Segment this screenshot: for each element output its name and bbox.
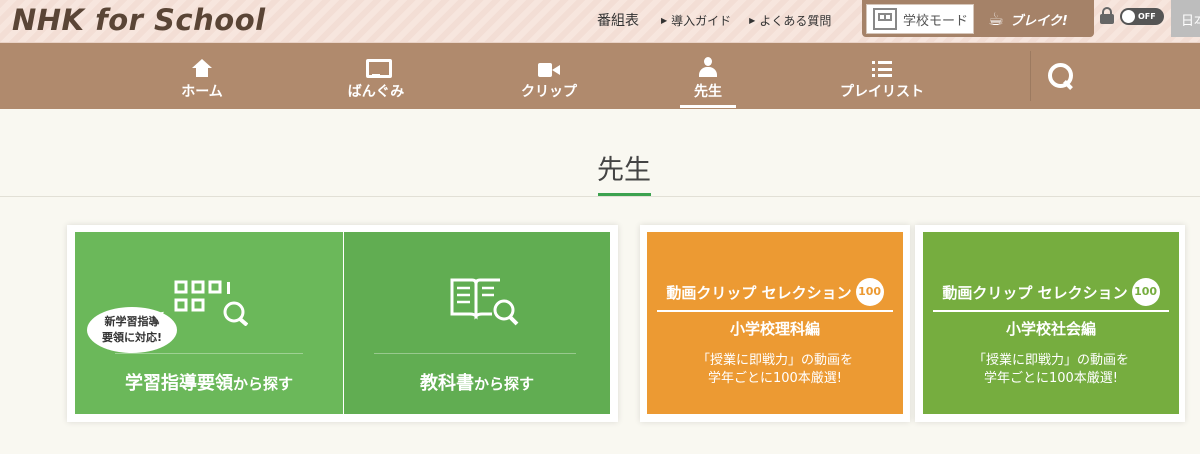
guideline-search-card[interactable]: 新学習指導 要領に対応! 学習指導要領から探す	[75, 232, 343, 414]
clip-heading-text: 動画クリップ セレクション	[942, 283, 1128, 302]
clip-description: 「授業に即戦力」の動画を 学年ごとに100本厳選!	[923, 352, 1179, 388]
search-icon[interactable]	[1048, 63, 1076, 91]
clip-divider	[933, 310, 1169, 312]
textbook-search-card[interactable]: 教科書から探す	[344, 232, 610, 414]
home-icon	[192, 59, 212, 77]
clip-description: 「授業に即戦力」の動画を 学年ごとに100本厳選!	[647, 352, 903, 388]
badge-100: 100	[855, 278, 884, 306]
bubble-line: 新学習指導	[104, 315, 160, 328]
site-logo[interactable]: NHK for School	[12, 3, 266, 37]
social-clip-card[interactable]: 動画クリップ セレクション 100 小学校社会編 「授業に即戦力」の動画を 学年…	[923, 232, 1179, 414]
top-links: 番組表 ▶ 導入ガイド ▶ よくある質問	[597, 10, 849, 30]
clip-desc-line: 学年ごとに100本厳選!	[707, 371, 843, 386]
video-icon	[538, 63, 560, 77]
lock-toggle[interactable]: OFF	[1120, 8, 1164, 25]
title-divider	[0, 196, 1200, 197]
nav-item-playlist[interactable]: プレイリスト	[836, 43, 928, 109]
arrow-right-icon: ▶	[661, 15, 668, 25]
card-label-suffix: から探す	[473, 375, 534, 393]
toggle-state: OFF	[1138, 12, 1156, 21]
clip-heading: 動画クリップ セレクション 100	[647, 278, 903, 306]
card-divider	[115, 353, 303, 354]
clip-divider	[657, 310, 893, 312]
nav-item-clips[interactable]: クリップ	[518, 43, 580, 109]
card-divider	[374, 353, 576, 354]
school-mode-label: 学校モード	[903, 13, 969, 29]
list-icon	[872, 61, 892, 77]
teacher-icon	[698, 57, 718, 77]
lock-icon	[1100, 7, 1114, 24]
title-underline	[598, 193, 651, 196]
page-title: 先生	[597, 155, 651, 186]
language-button[interactable]: 日本	[1171, 0, 1200, 37]
clip-subtitle: 小学校社会編	[1005, 320, 1096, 338]
badge-100: 100	[1131, 278, 1160, 306]
clip-heading-text: 動画クリップ セレクション	[666, 283, 852, 302]
card-label-main: 教科書	[419, 373, 474, 394]
coffee-cup-icon: ☕	[988, 8, 1005, 30]
nav-item-label: プレイリスト	[840, 84, 924, 100]
card-label-suffix: から探す	[232, 375, 293, 393]
nav-item-label: クリップ	[521, 84, 577, 100]
schedule-link[interactable]: 番組表	[597, 10, 639, 30]
card-label-main: 学習指導要領	[124, 373, 233, 394]
bubble-line: 要領に対応!	[101, 331, 163, 344]
qr-search-icon	[174, 280, 248, 326]
nav-item-programs[interactable]: ばんぐみ	[344, 43, 408, 109]
clip-desc-line: 「授業に即戦力」の動画を	[972, 353, 1129, 368]
school-mode-button[interactable]: 学校モード	[866, 4, 974, 34]
card-label: 教科書から探す	[344, 369, 610, 395]
faq-link[interactable]: よくある質問	[759, 12, 831, 29]
tv-icon	[366, 59, 392, 78]
nav-item-label: ばんぐみ	[347, 84, 405, 100]
main-nav: ホーム ばんぐみ クリップ 先生 プレイリスト	[0, 43, 1200, 109]
nav-divider	[1030, 51, 1031, 101]
toggle-knob	[1122, 10, 1135, 23]
arrow-right-icon: ▶	[749, 15, 756, 25]
nav-item-teacher[interactable]: 先生	[680, 43, 736, 109]
guide-link[interactable]: 導入ガイド	[671, 12, 731, 29]
new-guideline-bubble: 新学習指導 要領に対応!	[87, 307, 177, 353]
clip-desc-line: 「授業に即戦力」の動画を	[696, 353, 853, 368]
card-label: 学習指導要領から探す	[75, 369, 343, 395]
clip-subtitle: 小学校理科編	[729, 320, 820, 338]
nav-item-label: 先生	[694, 84, 722, 100]
break-button[interactable]: ☕ ブレイク!	[988, 4, 1068, 34]
book-search-icon	[450, 278, 519, 326]
clip-heading: 動画クリップ セレクション 100	[923, 278, 1179, 306]
nav-item-label: ホーム	[181, 84, 223, 100]
clip-desc-line: 学年ごとに100本厳選!	[983, 371, 1119, 386]
break-label: ブレイク!	[1010, 13, 1068, 29]
nav-item-home[interactable]: ホーム	[178, 43, 226, 109]
school-building-icon	[873, 8, 897, 30]
science-clip-card[interactable]: 動画クリップ セレクション 100 小学校理科編 「授業に即戦力」の動画を 学年…	[647, 232, 903, 414]
